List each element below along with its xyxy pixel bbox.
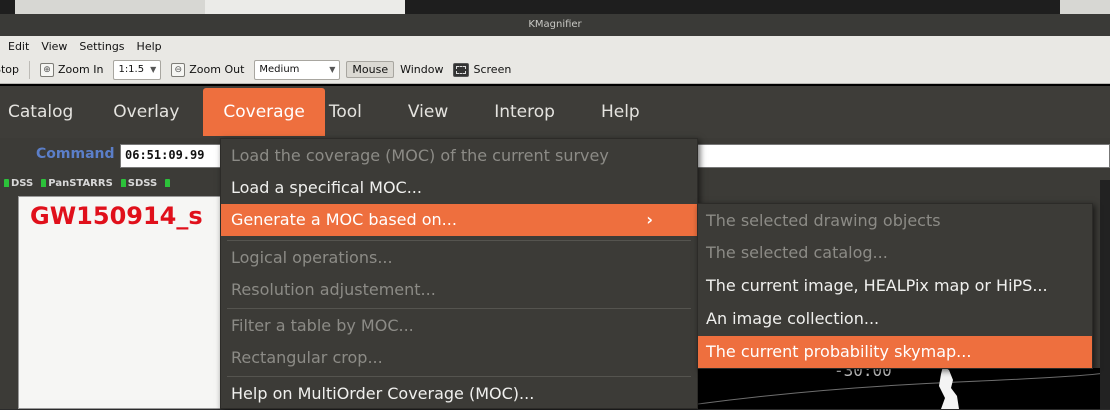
cov-help-moc[interactable]: Help on MultiOrder Coverage (MOC)... (221, 378, 697, 410)
cov-resolution-adjustment[interactable]: Resolution adjustement... (221, 274, 697, 306)
zoom-in-label: Zoom In (58, 63, 104, 76)
menu-view[interactable]: View (388, 88, 468, 136)
cov-load-specific-moc[interactable]: Load a specifical MOC... (221, 172, 697, 204)
zoom-out-icon: ⊖ (171, 62, 186, 77)
cov-rectangular-crop[interactable]: Rectangular crop... (221, 342, 697, 374)
zoom-in-button[interactable]: ⊕ Zoom In (36, 61, 107, 79)
menu-interop[interactable]: Interop (474, 88, 575, 136)
menu-help[interactable]: Help (581, 88, 660, 136)
cov-generate-moc-label: Generate a MOC based on... (231, 210, 457, 229)
desktop-window-fragment (205, 0, 405, 14)
refresh-rate-value: Medium (259, 64, 300, 75)
menu-catalog[interactable]: Catalog (0, 88, 93, 136)
cov-filter-table-by-moc[interactable]: Filter a table by MOC... (221, 310, 697, 342)
mode-window-button[interactable]: Window (400, 63, 443, 76)
survey-sdss[interactable]: SDSS (120, 176, 158, 190)
coordinate-grid (698, 371, 1110, 405)
sky-view[interactable] (698, 368, 1110, 409)
bookmark-icon (41, 179, 47, 187)
sub-selected-drawing-objects[interactable]: The selected drawing objects (698, 205, 1092, 237)
zoom-in-icon: ⊕ (40, 62, 55, 77)
right-panel-edge (1100, 180, 1110, 409)
zoom-out-button[interactable]: ⊖ Zoom Out (167, 61, 248, 79)
sub-current-image-healpix-hips[interactable]: The current image, HEALPix map or HiPS..… (698, 270, 1092, 302)
bookmark-icon (165, 179, 171, 187)
survey-dss[interactable]: DSS (4, 176, 33, 190)
kmagnifier-menubar: Edit View Settings Help (0, 36, 1110, 56)
toolbar-separator (29, 60, 31, 79)
sub-image-collection[interactable]: An image collection... (698, 303, 1092, 335)
cov-generate-moc[interactable]: Generate a MOC based on... › (221, 204, 697, 236)
chevron-down-icon: ▼ (150, 65, 157, 74)
sub-selected-catalog[interactable]: The selected catalog... (698, 237, 1092, 269)
survey-bar: DSS PanSTARRS SDSS (4, 176, 171, 190)
desktop-window-fragment (1060, 0, 1110, 14)
chevron-down-icon: ▼ (329, 65, 336, 74)
bookmark-icon (120, 179, 126, 187)
survey-label: DSS (11, 177, 34, 189)
zoom-level-value: 1:1.5 (118, 64, 145, 75)
refresh-rate-select[interactable]: Medium ▼ (254, 59, 341, 80)
menu-tool[interactable]: Tool (309, 88, 382, 136)
sub-probability-skymap[interactable]: The current probability skymap... (698, 336, 1092, 368)
survey-label: SDSS (127, 177, 158, 189)
kmag-menu-settings[interactable]: Settings (79, 40, 124, 53)
app-menubar: Catalog Overlay Coverage Tool View Inter… (0, 86, 1110, 138)
kmag-menu-view[interactable]: View (41, 40, 67, 53)
survey-label: PanSTARRS (48, 177, 113, 189)
chevron-right-icon: › (646, 210, 653, 229)
bookmark-icon (4, 179, 9, 187)
desktop-window-fragment (15, 0, 205, 14)
kmagnifier-toolbar: Stop ⊕ Zoom In 1:1.5 ▼ ⊖ Zoom Out Medium… (0, 56, 1110, 84)
kmagnifier-title-bar: KMagnifier (0, 14, 1110, 36)
menu-coverage[interactable]: Coverage (203, 88, 325, 136)
zoom-level-select[interactable]: 1:1.5 ▼ (113, 59, 162, 80)
menu-separator (227, 376, 691, 377)
cov-load-current-survey-moc[interactable]: Load the coverage (MOC) of the current s… (221, 140, 697, 172)
menu-separator (227, 308, 691, 309)
command-label: Command (36, 146, 115, 162)
kmag-menu-edit[interactable]: Edit (8, 40, 29, 53)
desktop-top-strip (0, 0, 1110, 14)
screen-icon (453, 62, 470, 77)
mode-screen-label: Screen (473, 63, 512, 76)
cov-logical-operations[interactable]: Logical operations... (221, 242, 697, 274)
stop-button[interactable]: Stop (0, 61, 23, 78)
probability-skymap-contour (939, 366, 959, 409)
survey-panstarrs[interactable]: PanSTARRS (41, 176, 113, 190)
survey-more[interactable] (165, 176, 171, 190)
kmag-menu-help[interactable]: Help (137, 40, 162, 53)
mode-mouse-button[interactable]: Mouse (346, 61, 395, 78)
menu-separator (227, 240, 691, 241)
mode-screen-button[interactable]: Screen (449, 61, 515, 79)
stack-plane-title[interactable]: GW150914_s (30, 202, 203, 230)
menu-overlay[interactable]: Overlay (93, 88, 199, 136)
coverage-dropdown-menu: Load the coverage (MOC) of the current s… (220, 138, 698, 409)
zoom-out-label: Zoom Out (189, 63, 245, 76)
generate-moc-submenu: The selected drawing objects The selecte… (697, 203, 1093, 369)
